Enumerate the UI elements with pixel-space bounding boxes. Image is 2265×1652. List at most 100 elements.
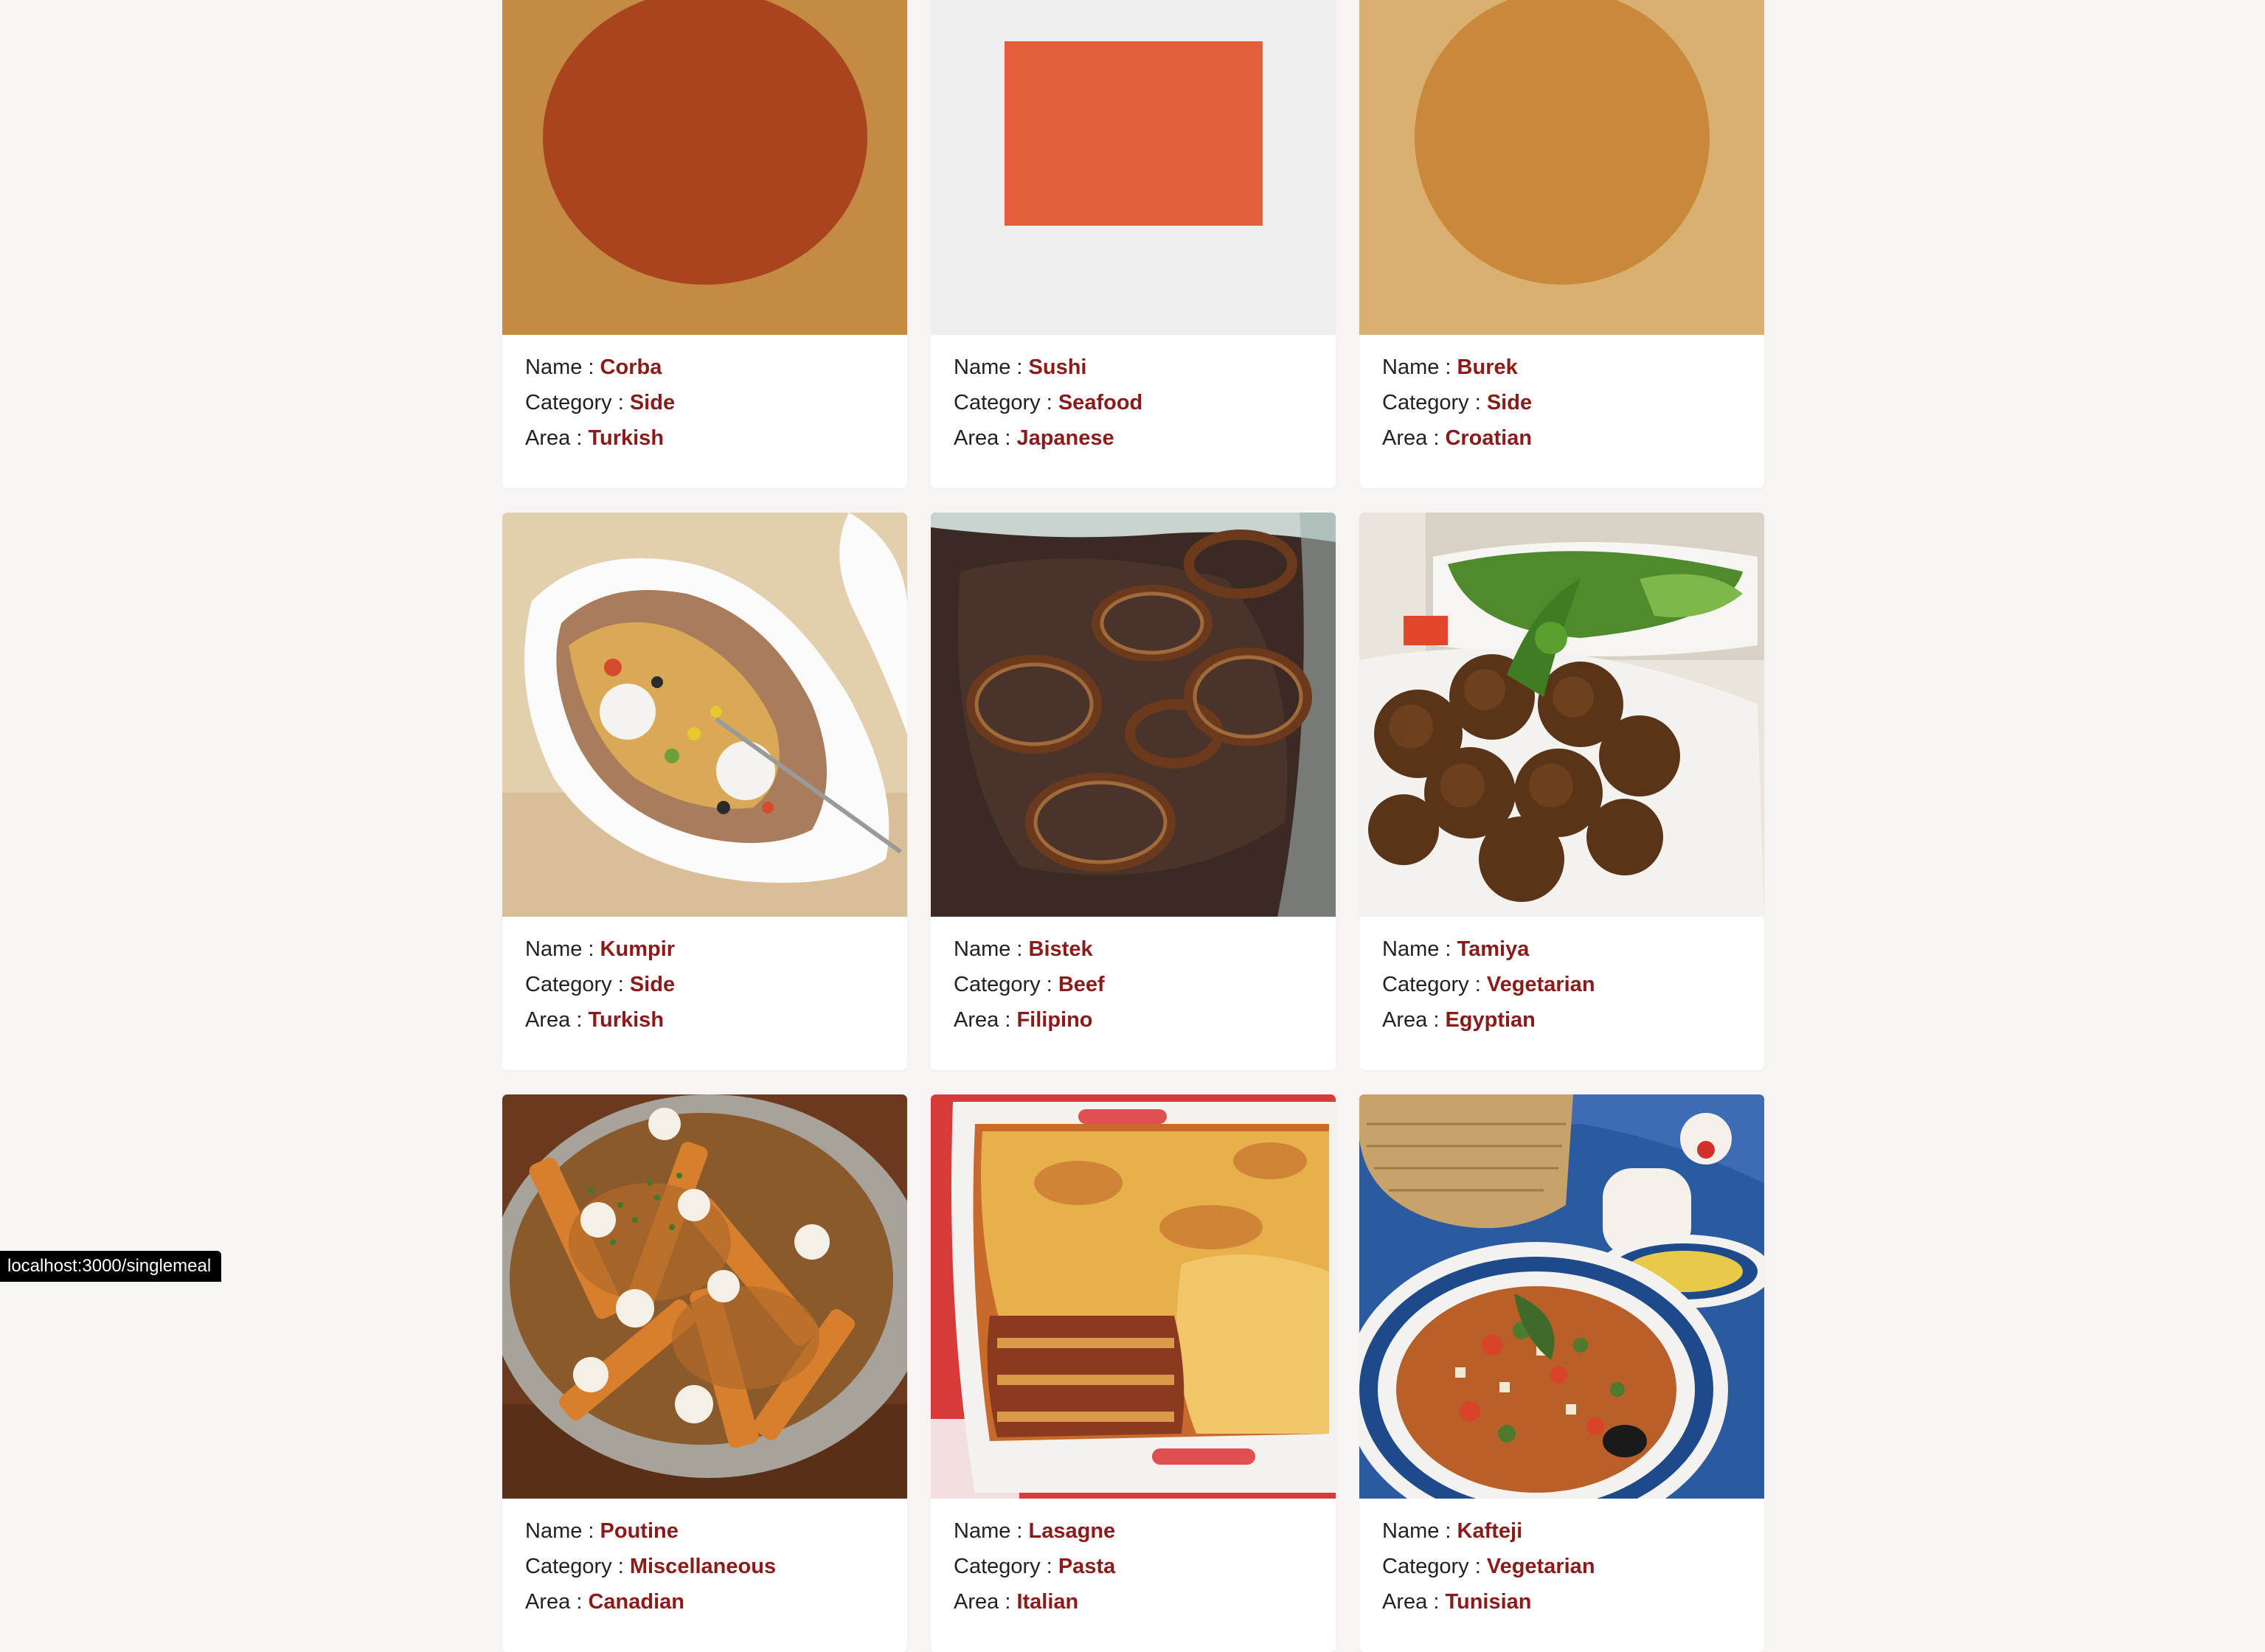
name-label: Name :	[525, 937, 600, 961]
meal-area-line: Area : Egyptian	[1382, 1002, 1741, 1038]
meal-category: Seafood	[1058, 391, 1142, 414]
meal-card[interactable]: Name : Poutine Category : Miscellaneous …	[502, 1094, 907, 1652]
meal-card[interactable]: Name : Burek Category : Side Area : Croa…	[1359, 0, 1764, 488]
area-label: Area :	[525, 1590, 588, 1614]
meal-card[interactable]: Name : Corba Category : Side Area : Turk…	[502, 0, 907, 488]
meal-name-line: Name : Kumpir	[525, 931, 884, 967]
name-label: Name :	[954, 1519, 1029, 1543]
meal-area-line: Area : Italian	[954, 1584, 1313, 1620]
meal-area-line: Area : Croatian	[1382, 420, 1741, 456]
meal-area: Croatian	[1445, 426, 1532, 450]
meal-info: Name : Bistek Category : Beef Area : Fil…	[931, 917, 1336, 1038]
meal-name-line: Name : Tamiya	[1382, 931, 1741, 967]
meal-info: Name : Sushi Category : Seafood Area : J…	[931, 335, 1336, 456]
meal-area: Japanese	[1016, 426, 1114, 450]
name-label: Name :	[525, 1519, 600, 1543]
area-label: Area :	[954, 1008, 1016, 1032]
meal-area-line: Area : Canadian	[525, 1584, 884, 1620]
meal-name-line: Name : Sushi	[954, 350, 1313, 385]
meal-name-line: Name : Burek	[1382, 350, 1741, 385]
meal-image[interactable]	[1359, 1094, 1764, 1499]
meal-area: Canadian	[588, 1590, 684, 1614]
meal-category-line: Category : Pasta	[954, 1549, 1313, 1584]
meal-image[interactable]	[1359, 513, 1764, 917]
meal-info: Name : Lasagne Category : Pasta Area : I…	[931, 1499, 1336, 1620]
name-label: Name :	[1382, 937, 1457, 961]
meal-name: Kumpir	[600, 937, 676, 961]
meal-card[interactable]: Name : Kafteji Category : Vegetarian Are…	[1359, 1094, 1764, 1652]
area-label: Area :	[525, 426, 588, 450]
meal-name: Tamiya	[1457, 937, 1530, 961]
category-label: Category :	[954, 391, 1058, 414]
category-label: Category :	[1382, 391, 1487, 414]
category-label: Category :	[525, 973, 630, 996]
meal-image[interactable]	[931, 513, 1336, 917]
meal-category: Side	[630, 391, 675, 414]
meal-category: Beef	[1058, 973, 1105, 996]
area-label: Area :	[1382, 1590, 1445, 1614]
meal-card[interactable]: Name : Tamiya Category : Vegetarian Area…	[1359, 513, 1764, 1070]
meal-name: Corba	[600, 355, 662, 379]
meal-card[interactable]: Name : Sushi Category : Seafood Area : J…	[931, 0, 1336, 488]
meal-info: Name : Poutine Category : Miscellaneous …	[502, 1499, 907, 1620]
meal-image[interactable]	[502, 513, 907, 917]
meal-area-line: Area : Turkish	[525, 420, 884, 456]
meal-category-line: Category : Beef	[954, 967, 1313, 1002]
meal-info: Name : Burek Category : Side Area : Croa…	[1359, 335, 1764, 456]
meal-name: Kafteji	[1457, 1519, 1523, 1543]
meal-image[interactable]	[931, 1094, 1336, 1499]
category-label: Category :	[954, 1555, 1058, 1578]
meal-name: Poutine	[600, 1519, 679, 1543]
meal-name-line: Name : Corba	[525, 350, 884, 385]
category-label: Category :	[1382, 1555, 1487, 1578]
meal-area-line: Area : Tunisian	[1382, 1584, 1741, 1620]
meal-area: Turkish	[588, 426, 664, 450]
meal-image[interactable]	[502, 1094, 907, 1499]
meal-name: Burek	[1457, 355, 1518, 379]
meal-category-line: Category : Vegetarian	[1382, 967, 1741, 1002]
meal-category: Side	[630, 973, 675, 996]
meal-area: Italian	[1016, 1590, 1078, 1614]
name-label: Name :	[1382, 355, 1457, 379]
category-label: Category :	[1382, 973, 1487, 996]
meal-area: Tunisian	[1445, 1590, 1531, 1614]
meal-area-line: Area : Filipino	[954, 1002, 1313, 1038]
area-label: Area :	[525, 1008, 588, 1032]
meal-category-line: Category : Vegetarian	[1382, 1549, 1741, 1584]
meal-category-line: Category : Side	[525, 385, 884, 420]
meal-category: Side	[1487, 391, 1532, 414]
meal-image[interactable]	[931, 0, 1336, 335]
meal-image[interactable]	[1359, 0, 1764, 335]
area-label: Area :	[1382, 426, 1445, 450]
meal-name-line: Name : Bistek	[954, 931, 1313, 967]
meal-name: Sushi	[1029, 355, 1087, 379]
meal-info: Name : Kafteji Category : Vegetarian Are…	[1359, 1499, 1764, 1620]
meal-info: Name : Kumpir Category : Side Area : Tur…	[502, 917, 907, 1038]
meal-info: Name : Corba Category : Side Area : Turk…	[502, 335, 907, 456]
name-label: Name :	[954, 937, 1029, 961]
meal-name-line: Name : Poutine	[525, 1513, 884, 1549]
category-label: Category :	[954, 973, 1058, 996]
meal-category: Miscellaneous	[630, 1555, 776, 1578]
meal-card[interactable]: Name : Lasagne Category : Pasta Area : I…	[931, 1094, 1336, 1652]
meal-category: Pasta	[1058, 1555, 1115, 1578]
meal-grid: Name : Corba Category : Side Area : Turk…	[502, 0, 1764, 1652]
meal-card[interactable]: Name : Kumpir Category : Side Area : Tur…	[502, 513, 907, 1070]
meal-image[interactable]	[502, 0, 907, 335]
meal-name-line: Name : Kafteji	[1382, 1513, 1741, 1549]
meal-category: Vegetarian	[1487, 973, 1595, 996]
name-label: Name :	[525, 355, 600, 379]
name-label: Name :	[954, 355, 1029, 379]
meal-info: Name : Tamiya Category : Vegetarian Area…	[1359, 917, 1764, 1038]
area-label: Area :	[1382, 1008, 1445, 1032]
area-label: Area :	[954, 1590, 1016, 1614]
meal-category: Vegetarian	[1487, 1555, 1595, 1578]
category-label: Category :	[525, 391, 630, 414]
meal-card[interactable]: Name : Bistek Category : Beef Area : Fil…	[931, 513, 1336, 1070]
meal-area: Turkish	[588, 1008, 664, 1032]
meal-area: Filipino	[1016, 1008, 1092, 1032]
category-label: Category :	[525, 1555, 630, 1578]
area-label: Area :	[954, 426, 1016, 450]
meal-name-line: Name : Lasagne	[954, 1513, 1313, 1549]
link-status-bar: localhost:3000/singlemeal	[0, 1251, 221, 1282]
